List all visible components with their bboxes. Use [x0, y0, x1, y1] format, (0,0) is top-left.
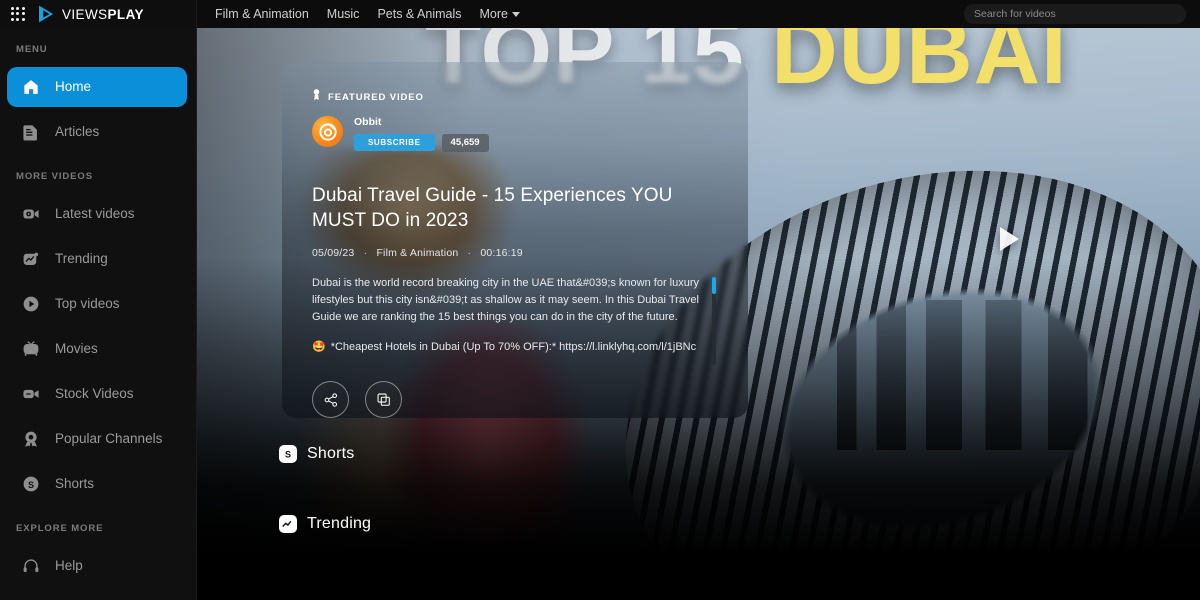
sidebar-item-popular-channels[interactable]: Popular Channels: [7, 419, 187, 459]
featured-badge-label: FEATURED VIDEO: [328, 91, 424, 103]
sidebar-brand-bar: VIEWSPLAY: [0, 0, 196, 28]
apps-grid-icon[interactable]: [10, 6, 26, 22]
main-content: TOP 15 DUBAI Film & Animation Music Pets…: [197, 0, 1200, 600]
sidebar-item-help[interactable]: Help: [7, 546, 187, 586]
section-trending[interactable]: Trending: [279, 515, 371, 533]
topnav-more-label: More: [479, 7, 508, 21]
sidebar-item-movies[interactable]: Movies: [7, 329, 187, 369]
sidebar-section-title-menu: MENU: [16, 44, 48, 55]
award-badge-icon: [21, 429, 41, 449]
featured-badge: FEATURED VIDEO: [312, 88, 718, 106]
featured-video-title: Dubai Travel Guide - 15 Experiences YOU …: [312, 184, 673, 232]
sidebar-item-label: Trending: [55, 251, 108, 267]
sidebar-item-label: Help: [55, 558, 83, 574]
trending-chart-icon: [21, 249, 41, 269]
meta-separator: ·: [467, 247, 472, 260]
topnav-item-more[interactable]: More: [480, 7, 520, 21]
play-logo-icon: [36, 4, 56, 24]
video-date: 05/09/23: [312, 247, 355, 260]
featured-video-meta: 05/09/23 · Film & Animation · 00:16:19: [312, 247, 718, 259]
subscribe-button[interactable]: SUBSCRIBE: [354, 134, 435, 152]
shorts-s-icon: S: [21, 474, 41, 494]
sidebar-item-label: Latest videos: [55, 206, 135, 222]
obbit-avatar[interactable]: [312, 116, 343, 147]
sidebar-nav: MENU Home Articles MORE VIDEOS Latest vi…: [0, 28, 196, 600]
sidebar-section-title-more-videos: MORE VIDEOS: [16, 171, 93, 182]
sidebar-footer-links: FAQs Terms of use Privacy Policy About u…: [0, 591, 196, 600]
video-camera-icon: [21, 204, 41, 224]
star-struck-emoji-icon: 🤩: [312, 341, 326, 354]
topnav-item-film-animation[interactable]: Film & Animation: [215, 7, 309, 21]
play-circle-icon: [21, 294, 41, 314]
description-scrollbar[interactable]: [712, 277, 716, 366]
featured-video-card: FEATURED VIDEO Obbit SUBSCRIBE 45,659 Du…: [282, 62, 748, 418]
meta-separator: ·: [363, 247, 368, 260]
subscribe-row: SUBSCRIBE 45,659: [354, 133, 489, 152]
sidebar-item-label: Popular Channels: [55, 431, 163, 447]
brand-logo-text: VIEWSPLAY: [62, 7, 144, 22]
stock-video-icon: [21, 384, 41, 404]
trending-chart-icon: [279, 515, 297, 533]
app-root: VIEWSPLAY MENU Home Articles MORE VIDEOS…: [0, 0, 1200, 600]
section-title: Trending: [307, 515, 372, 532]
promo-text: *Cheapest Hotels in Dubai (Up To 70% OFF…: [330, 341, 697, 354]
sidebar-item-label: Top videos: [55, 296, 120, 312]
sidebar-section-title-explore-more: EXPLORE MORE: [16, 523, 104, 534]
topnav-item-music[interactable]: Music: [327, 7, 360, 21]
medal-icon: [312, 88, 321, 106]
sidebar-item-trending[interactable]: Trending: [7, 239, 187, 279]
category-nav: Film & Animation Music Pets & Animals Mo…: [215, 7, 520, 21]
svg-text:S: S: [28, 480, 34, 490]
top-navigation-bar: Film & Animation Music Pets & Animals Mo…: [197, 0, 1200, 28]
sidebar-item-label: Stock Videos: [55, 386, 134, 402]
featured-actions: [312, 381, 718, 418]
topnav-item-pets-animals[interactable]: Pets & Animals: [377, 7, 461, 21]
shorts-s-icon: S: [279, 445, 297, 463]
tv-icon: [21, 339, 41, 359]
share-button[interactable]: [312, 381, 349, 418]
search-container: [964, 4, 1186, 24]
copy-button[interactable]: [365, 381, 402, 418]
sidebar-item-stock-videos[interactable]: Stock Videos: [7, 374, 187, 414]
sidebar-item-articles[interactable]: Articles: [7, 112, 187, 152]
article-icon: [21, 122, 41, 142]
channel-meta: Obbit SUBSCRIBE 45,659: [354, 116, 489, 152]
video-category: Film & Animation: [376, 247, 459, 260]
home-icon: [21, 77, 41, 97]
headset-icon: [21, 556, 41, 576]
play-overlay-button[interactable]: [992, 222, 1026, 256]
channel-row: Obbit SUBSCRIBE 45,659: [312, 116, 718, 152]
sidebar-item-label: Home: [55, 79, 92, 95]
sidebar-item-label: Movies: [55, 341, 98, 357]
brand-logo-text-light: VIEWS: [62, 6, 108, 22]
sidebar-item-label: Shorts: [55, 476, 95, 492]
sidebar-item-top-videos[interactable]: Top videos: [7, 284, 187, 324]
brand-logo[interactable]: VIEWSPLAY: [36, 4, 144, 24]
search-input[interactable]: [964, 4, 1186, 24]
sidebar-item-shorts[interactable]: S Shorts: [7, 464, 187, 504]
sidebar: VIEWSPLAY MENU Home Articles MORE VIDEOS…: [0, 0, 197, 600]
description-paragraph: Dubai is the world record breaking city …: [312, 277, 700, 324]
channel-name: Obbit: [354, 116, 382, 128]
section-title: Shorts: [307, 445, 355, 462]
svg-text:S: S: [285, 450, 291, 460]
subscriber-count-badge: 45,659: [441, 133, 489, 152]
section-shorts[interactable]: S Shorts: [279, 445, 354, 463]
brand-logo-text-bold: PLAY: [107, 6, 144, 22]
description-scrollbar-thumb[interactable]: [712, 277, 716, 295]
video-duration: 00:16:19: [480, 247, 523, 260]
chevron-down-icon: [512, 12, 520, 18]
sidebar-item-home[interactable]: Home: [7, 67, 187, 107]
featured-description-scroll[interactable]: Dubai is the world record breaking city …: [312, 275, 718, 367]
sidebar-item-latest-videos[interactable]: Latest videos: [7, 194, 187, 234]
play-triangle-icon: [999, 227, 1019, 251]
sidebar-item-label: Articles: [55, 124, 100, 140]
description-promo-line: 🤩 *Cheapest Hotels in Dubai (Up To 70% O…: [312, 339, 702, 356]
